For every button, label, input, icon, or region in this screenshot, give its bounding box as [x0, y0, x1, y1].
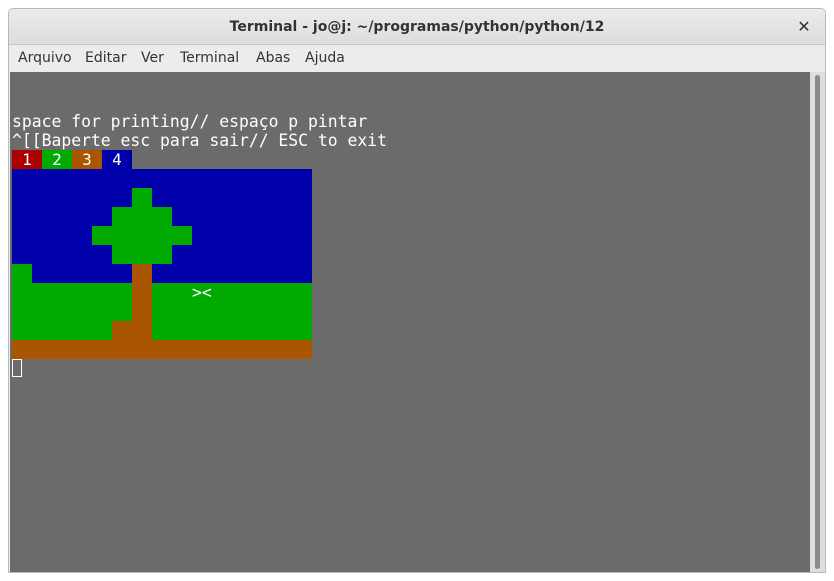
- terminal-window: Terminal - jo@j: ~/programas/python/pyth…: [8, 8, 826, 573]
- scrollbar-thumb[interactable]: [815, 75, 820, 569]
- tree-canopy-upper: [112, 207, 172, 226]
- grass-bump: [12, 264, 32, 283]
- title-bar[interactable]: Terminal - jo@j: ~/programas/python/pyth…: [9, 9, 825, 45]
- tree-canopy-middle: [92, 226, 192, 245]
- window-title: Terminal - jo@j: ~/programas/python/pyth…: [229, 19, 605, 35]
- palette-color-4: 4: [102, 150, 132, 169]
- palette-color-3: 3: [72, 150, 102, 169]
- palette-color-2: 2: [42, 150, 72, 169]
- text-cursor: [12, 359, 22, 377]
- terminal-area[interactable]: space for printing// espaço p pintar ^[[…: [10, 72, 810, 572]
- grass-area: [12, 283, 312, 340]
- output-line-2: ^[[Baperte esc para sair// ESC to exit: [12, 131, 387, 150]
- menu-arquivo[interactable]: Arquivo: [18, 45, 72, 72]
- menu-abas[interactable]: Abas: [256, 45, 290, 72]
- tree-canopy-lower: [112, 245, 172, 264]
- menu-bar: Arquivo Editar Ver Terminal Abas Ajuda: [9, 45, 825, 72]
- scrollbar[interactable]: [810, 72, 825, 572]
- output-line-1: space for printing// espaço p pintar: [12, 112, 368, 131]
- ground-strip: [12, 340, 312, 359]
- menu-editar[interactable]: Editar: [85, 45, 126, 72]
- menu-ver[interactable]: Ver: [141, 45, 164, 72]
- tree-trunk: [132, 264, 152, 321]
- close-icon[interactable]: ✕: [793, 16, 815, 38]
- paint-cursor-marker: ><: [192, 283, 212, 302]
- tree-root: [112, 321, 152, 340]
- tree-top: [132, 188, 152, 207]
- menu-terminal[interactable]: Terminal: [180, 45, 239, 72]
- palette-color-1: 1: [12, 150, 42, 169]
- menu-ajuda[interactable]: Ajuda: [305, 45, 345, 72]
